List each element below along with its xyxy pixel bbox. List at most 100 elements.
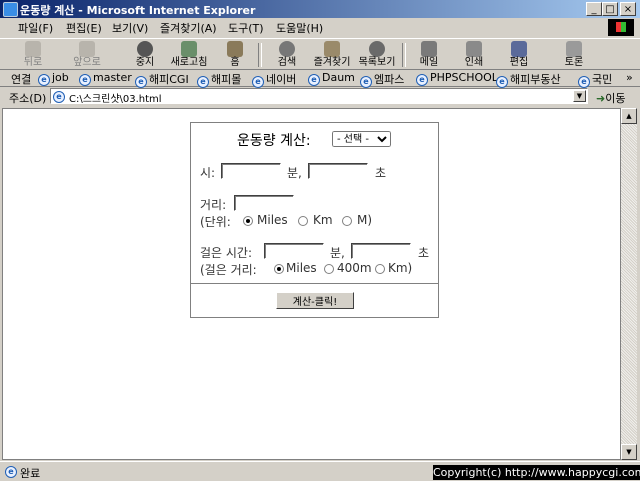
scroll-up-icon[interactable]: ▲ xyxy=(621,108,637,124)
history-button[interactable]: 목록보기 xyxy=(354,40,400,70)
mode-select[interactable]: - 선택 - xyxy=(332,131,391,147)
favorites-icon xyxy=(324,41,340,57)
history-icon xyxy=(369,41,385,57)
distance-input[interactable] xyxy=(234,195,294,211)
ie-page-icon: e xyxy=(79,74,91,86)
menu-file[interactable]: 파일(F) xyxy=(18,20,53,36)
refresh-button[interactable]: 새로고침 xyxy=(166,40,212,70)
menu-view[interactable]: 보기(V) xyxy=(112,20,148,36)
links-bar: 연결 e job e master e 해피CGI e 해피몰 e 네이버 e Daum e… xyxy=(0,70,640,88)
page-content: 운동량 계산: - 선택 - 시: 분, 초 거리: (단위: Miles Km… xyxy=(2,108,621,460)
walk-km-label: Km) xyxy=(388,261,413,275)
close-button[interactable]: × xyxy=(620,2,636,16)
walk-time-label: 걸은 시간: xyxy=(200,246,253,260)
walk-second-label: 초 xyxy=(418,246,430,260)
minute-label: 분, xyxy=(287,166,302,180)
stop-icon xyxy=(137,41,153,57)
address-value: C:\스크린샷\03.html xyxy=(69,94,162,105)
status-text: 완료 xyxy=(20,467,41,480)
address-input[interactable]: e C:\스크린샷\03.html ▼ xyxy=(50,88,588,105)
print-icon xyxy=(466,41,482,57)
link-item[interactable]: e 해피CGI xyxy=(135,71,189,88)
address-label: 주소(D) xyxy=(9,92,47,105)
vertical-scrollbar[interactable]: ▲ ▼ xyxy=(621,108,637,460)
minimize-button[interactable]: _ xyxy=(586,2,602,16)
link-item[interactable]: e PHPSCHOOL xyxy=(416,71,498,86)
walk-distance-label: (걸은 거리: xyxy=(200,263,257,277)
panel-divider xyxy=(191,283,438,284)
ie-page-icon: e xyxy=(416,74,428,86)
hour-input[interactable] xyxy=(221,163,281,179)
title-bar: 운동량 계산 - Microsoft Internet Explorer _ □… xyxy=(0,0,640,18)
link-item[interactable]: e 네이버 xyxy=(252,71,296,88)
link-item[interactable]: e Daum xyxy=(308,71,355,86)
address-dropdown-icon[interactable]: ▼ xyxy=(573,90,586,102)
menu-favorites[interactable]: 즐겨찾기(A) xyxy=(160,20,217,36)
link-item[interactable]: e 해피부동산 xyxy=(496,71,561,88)
favorites-button[interactable]: 즐겨찾기 xyxy=(309,40,355,70)
ie-page-icon: e xyxy=(38,74,50,86)
unit-m-radio[interactable] xyxy=(342,216,352,226)
walk-km-radio[interactable] xyxy=(375,264,385,274)
search-icon xyxy=(279,41,295,57)
edit-button[interactable]: 편집 xyxy=(496,40,542,70)
walk-minute-input[interactable] xyxy=(264,243,324,259)
walk-400m-label: 400m xyxy=(337,261,372,275)
links-more-chevron[interactable]: » xyxy=(626,71,633,84)
toolbar-separator xyxy=(258,43,262,67)
menu-edit[interactable]: 편집(E) xyxy=(66,20,102,36)
go-arrow-icon: ➜ xyxy=(596,92,606,105)
walk-second-input[interactable] xyxy=(351,243,411,259)
unit-label: (단위: xyxy=(200,215,231,229)
mail-button[interactable]: 메일 xyxy=(406,40,452,70)
print-button[interactable]: 인쇄 xyxy=(451,40,497,70)
calculate-button[interactable]: 계산-클릭! xyxy=(276,292,354,309)
calculator-title: 운동량 계산: xyxy=(237,133,311,149)
address-bar: 주소(D) e C:\스크린샷\03.html ▼ ➜이동 xyxy=(0,87,640,106)
copyright-banner: Copyright(c) http://www.happycgi.com xyxy=(433,465,640,480)
walk-400m-radio[interactable] xyxy=(324,264,334,274)
ie-window-icon[interactable] xyxy=(3,2,18,17)
refresh-icon xyxy=(181,41,197,57)
forward-arrow-icon xyxy=(79,41,95,57)
link-item[interactable]: e 엠파스 xyxy=(360,71,404,88)
link-item[interactable]: e 해피몰 xyxy=(197,71,241,88)
links-label: 연결 xyxy=(11,73,32,86)
home-icon xyxy=(227,41,243,57)
walk-miles-label: Miles xyxy=(286,261,317,275)
ie-page-icon: e xyxy=(308,74,320,86)
window-title: 운동량 계산 - Microsoft Internet Explorer xyxy=(20,4,256,17)
link-item[interactable]: e 국민 xyxy=(578,71,612,88)
unit-m-label: M) xyxy=(357,213,373,227)
menu-help[interactable]: 도움말(H) xyxy=(276,20,323,36)
menu-bar: 파일(F) 편집(E) 보기(V) 즐겨찾기(A) 도구(T) 도움말(H) xyxy=(0,18,640,38)
mail-icon xyxy=(421,41,437,57)
link-item[interactable]: e job xyxy=(38,71,69,86)
stop-button[interactable]: 중지 xyxy=(122,40,168,70)
link-item[interactable]: e master xyxy=(79,71,132,86)
unit-miles-radio[interactable] xyxy=(243,216,253,226)
unit-km-label: Km xyxy=(313,213,333,227)
discuss-button[interactable]: 토론 xyxy=(551,40,597,70)
hour-label: 시: xyxy=(200,166,216,180)
minute-input[interactable] xyxy=(308,163,368,179)
windows-logo-icon xyxy=(608,19,634,36)
unit-km-radio[interactable] xyxy=(298,216,308,226)
edit-icon xyxy=(511,41,527,57)
scroll-down-icon[interactable]: ▼ xyxy=(621,444,637,460)
go-button[interactable]: ➜이동 xyxy=(596,90,625,106)
forward-button[interactable]: 앞으로 xyxy=(64,40,110,70)
walk-miles-radio[interactable] xyxy=(274,264,284,274)
discuss-icon xyxy=(566,41,582,57)
ie-page-icon: e xyxy=(53,91,65,103)
search-button[interactable]: 검색 xyxy=(264,40,310,70)
maximize-button[interactable]: □ xyxy=(602,2,618,16)
home-button[interactable]: 홈 xyxy=(212,40,258,70)
back-button[interactable]: 뒤로 xyxy=(10,40,56,70)
unit-miles-label: Miles xyxy=(257,213,288,227)
back-arrow-icon xyxy=(25,41,41,57)
exercise-calculator-panel: 운동량 계산: - 선택 - 시: 분, 초 거리: (단위: Miles Km… xyxy=(190,122,439,318)
toolbar: 뒤로 앞으로 중지 새로고침 홈 검색 즐겨찾기 목록보기 메일 인쇄 편집 토… xyxy=(0,38,640,70)
menu-tools[interactable]: 도구(T) xyxy=(228,20,264,36)
ie-page-icon: e xyxy=(5,466,17,478)
